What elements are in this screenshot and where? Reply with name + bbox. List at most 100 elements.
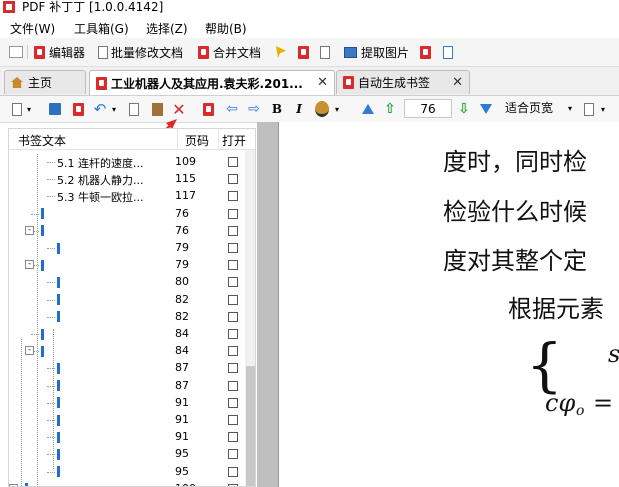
bookmark-page[interactable]: 115 <box>175 172 196 185</box>
bookmark-page[interactable]: 95 <box>175 447 189 460</box>
open-checkbox[interactable] <box>228 466 238 477</box>
bookmark-page[interactable]: 109 <box>175 155 196 168</box>
bookmark-row[interactable]: 91 <box>9 412 245 429</box>
column-page[interactable]: 页码 <box>185 132 209 149</box>
collapse-toggle-icon[interactable]: - <box>25 225 34 235</box>
bookmark-row[interactable]: 82 <box>9 292 245 309</box>
bookmark-page[interactable]: 76 <box>175 224 189 237</box>
bookmark-row[interactable]: 91 <box>9 429 245 446</box>
tab-home[interactable]: 主页 <box>4 70 86 94</box>
open-checkbox[interactable] <box>228 311 238 322</box>
open-checkbox[interactable] <box>228 208 238 219</box>
open-checkbox[interactable] <box>228 363 238 374</box>
bookmark-row[interactable]: 79 <box>9 240 245 257</box>
bookmark-row[interactable]: 91 <box>9 395 245 412</box>
extract-images-button[interactable]: 提取图片 <box>344 43 409 61</box>
bookmark-row[interactable]: 95 <box>9 446 245 463</box>
bookmark-row[interactable]: - 79 <box>9 257 245 274</box>
pdf-tool-button[interactable] <box>420 43 435 61</box>
bookmark-title[interactable] <box>41 224 44 237</box>
chevron-down-icon[interactable]: ▾ <box>25 101 33 117</box>
scrollbar-thumb[interactable] <box>246 366 255 486</box>
bookmark-title[interactable] <box>25 482 28 486</box>
bookmark-page[interactable]: 84 <box>175 327 189 340</box>
bookmark-pdf-icon[interactable] <box>201 101 215 117</box>
open-checkbox[interactable] <box>228 243 238 253</box>
bookmark-title[interactable] <box>41 258 44 271</box>
bookmark-title[interactable]: 5.3 牛顿一欧拉... <box>57 189 143 205</box>
batch-modify-button[interactable]: 批量修改文档 <box>98 43 183 61</box>
open-checkbox[interactable] <box>228 397 238 408</box>
bold-icon[interactable]: B <box>270 101 284 117</box>
fit-mode-select[interactable]: 适合页宽 ▾ <box>500 99 578 118</box>
open-checkbox[interactable] <box>228 346 238 357</box>
open-checkbox[interactable] <box>228 157 238 167</box>
bookmark-page[interactable]: 95 <box>175 465 189 478</box>
bookmark-title[interactable]: 5.2 机器人静力... <box>57 172 143 188</box>
bookmark-page[interactable]: 84 <box>175 344 189 357</box>
bookmark-page[interactable]: 117 <box>175 189 196 202</box>
bookmark-page[interactable]: 91 <box>175 396 189 409</box>
open-checkbox[interactable] <box>228 225 238 236</box>
move-up-icon[interactable]: ⇧ <box>383 101 397 117</box>
document-menu-icon[interactable] <box>10 101 24 117</box>
bookmark-row[interactable]: -100 <box>9 481 245 486</box>
bookmark-page[interactable]: 82 <box>175 310 189 323</box>
undo-icon[interactable]: ↶ <box>92 100 108 118</box>
column-bookmark-text[interactable]: 书签文本 <box>18 132 66 149</box>
collapse-toggle-icon[interactable]: - <box>25 346 34 356</box>
bookmark-title[interactable] <box>41 327 44 340</box>
page-number-input[interactable]: 76 <box>404 99 452 118</box>
bookmark-page[interactable]: 87 <box>175 361 189 374</box>
bookmark-row[interactable]: 5.2 机器人静力... 115 <box>9 171 245 188</box>
bookmark-page[interactable]: 76 <box>175 207 189 220</box>
export-tool-button[interactable] <box>443 43 456 61</box>
bookmark-row[interactable]: - 84 <box>9 343 245 360</box>
checklist-icon[interactable] <box>9 43 23 61</box>
bookmark-title[interactable]: 5.1 连杆的速度... <box>57 155 143 171</box>
close-icon[interactable]: ✕ <box>452 75 463 90</box>
collapse-toggle-icon[interactable]: - <box>25 260 34 270</box>
bookmark-title[interactable] <box>57 293 60 306</box>
bookmark-title[interactable] <box>57 275 60 288</box>
bookmark-row[interactable]: 5.3 牛顿一欧拉... 117 <box>9 188 245 205</box>
delete-icon[interactable]: ✕ <box>171 100 187 119</box>
bookmark-page[interactable]: 91 <box>175 413 189 426</box>
color-palette-icon[interactable] <box>313 101 331 117</box>
bookmark-page[interactable]: 79 <box>175 241 189 254</box>
open-checkbox[interactable] <box>228 432 238 443</box>
open-checkbox[interactable] <box>228 174 238 185</box>
bookmark-row[interactable]: - 76 <box>9 223 245 240</box>
bookmark-title[interactable] <box>41 207 44 220</box>
bookmark-row[interactable]: 87 <box>9 360 245 377</box>
open-checkbox[interactable] <box>228 415 238 425</box>
menu-file[interactable]: 文件(W) <box>10 20 55 37</box>
move-top-icon[interactable] <box>361 101 375 117</box>
bookmark-title[interactable] <box>57 379 60 392</box>
bookmark-title[interactable] <box>57 361 60 374</box>
menu-select[interactable]: 选择(Z) <box>146 20 188 37</box>
move-down-icon[interactable]: ⇩ <box>457 101 471 117</box>
bookmark-row[interactable]: 80 <box>9 274 245 291</box>
bookmark-row[interactable]: 95 <box>9 464 245 481</box>
save-icon[interactable] <box>47 101 63 117</box>
column-open[interactable]: 打开 <box>222 132 246 149</box>
bookmark-page[interactable]: 82 <box>175 293 189 306</box>
menu-toolbox[interactable]: 工具箱(G) <box>74 20 129 37</box>
view-dropdown-icon[interactable]: ▾ <box>599 101 607 117</box>
bookmark-title[interactable] <box>57 430 60 443</box>
arrow-right-icon[interactable]: ⇨ <box>246 101 262 117</box>
copy-icon[interactable] <box>126 101 142 117</box>
tab-auto-bookmarks[interactable]: 自动生成书签 ✕ <box>336 70 470 94</box>
editor-button[interactable]: 编辑器 <box>34 43 85 61</box>
bookmark-page[interactable]: 87 <box>175 379 189 392</box>
bookmark-page[interactable]: 100 <box>175 482 196 486</box>
undo-dropdown-icon[interactable]: ▾ <box>110 101 118 117</box>
close-icon[interactable]: ✕ <box>317 75 328 90</box>
bookmark-title[interactable] <box>57 465 60 478</box>
bookmark-row[interactable]: 76 <box>9 206 245 223</box>
merge-button[interactable]: 合并文档 <box>198 43 261 61</box>
bookmark-row[interactable]: 84 <box>9 326 245 343</box>
open-checkbox[interactable] <box>228 294 238 305</box>
bookmark-title[interactable] <box>57 396 60 409</box>
